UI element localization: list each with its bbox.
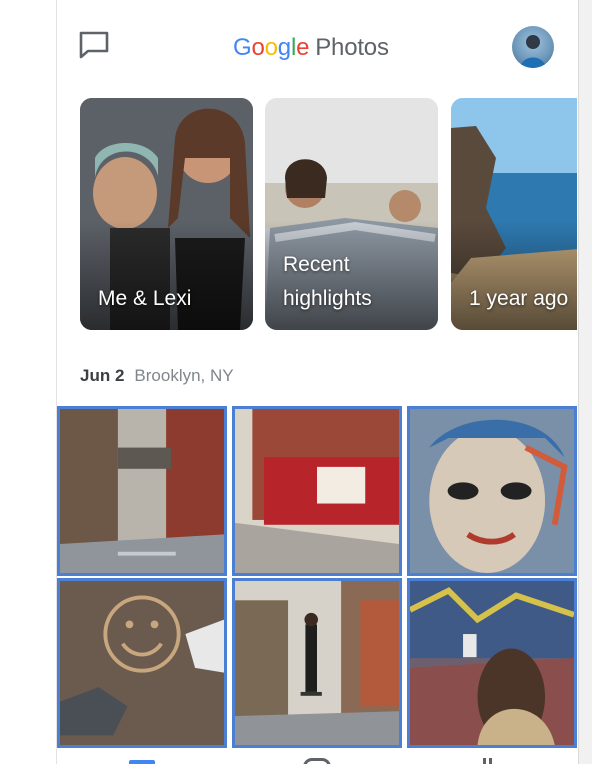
photo-grid xyxy=(57,406,577,748)
app-title: Google Photos xyxy=(233,34,389,64)
title-letter: o xyxy=(251,34,265,61)
chat-bubble-icon[interactable] xyxy=(77,30,111,60)
library-nav-icon[interactable] xyxy=(483,758,495,764)
title-letter: G xyxy=(233,34,252,61)
memory-card-me-lexi[interactable]: Me & Lexi xyxy=(80,98,253,330)
google-photos-app: Google Photos Me & Lexi Recent highlight… xyxy=(57,0,577,764)
section-location: Brooklyn, NY xyxy=(134,366,234,385)
memory-card-recent-highlights[interactable]: Recent highlights xyxy=(265,98,438,330)
graffiti-face-photo[interactable] xyxy=(407,406,577,576)
section-date: Jun 2 xyxy=(80,366,125,385)
graffiti-wall-photo[interactable] xyxy=(407,578,577,748)
memory-label: 1 year ago xyxy=(469,287,569,310)
left-margin xyxy=(0,0,57,764)
memory-card-1-year-ago[interactable]: 1 year ago xyxy=(451,98,577,330)
date-section-header: Jun 2 Brooklyn, NY xyxy=(80,366,234,386)
memory-label: Recent highlights xyxy=(283,253,372,310)
right-edge xyxy=(578,0,592,764)
red-storefront-photo[interactable] xyxy=(232,406,402,576)
title-letter: o xyxy=(264,34,278,61)
account-avatar[interactable] xyxy=(512,26,554,68)
title-suffix: Photos xyxy=(315,34,389,61)
street-alley-photo[interactable] xyxy=(57,406,227,576)
memory-label: Me & Lexi xyxy=(98,287,192,310)
smiley-sidewalk-photo[interactable] xyxy=(57,578,227,748)
bottom-navigation xyxy=(57,752,577,764)
photos-nav-icon[interactable] xyxy=(129,760,155,764)
skater-alley-photo[interactable] xyxy=(232,578,402,748)
title-letter: e xyxy=(296,34,310,61)
search-nav-icon[interactable] xyxy=(303,758,331,764)
title-letter: g xyxy=(277,34,291,61)
